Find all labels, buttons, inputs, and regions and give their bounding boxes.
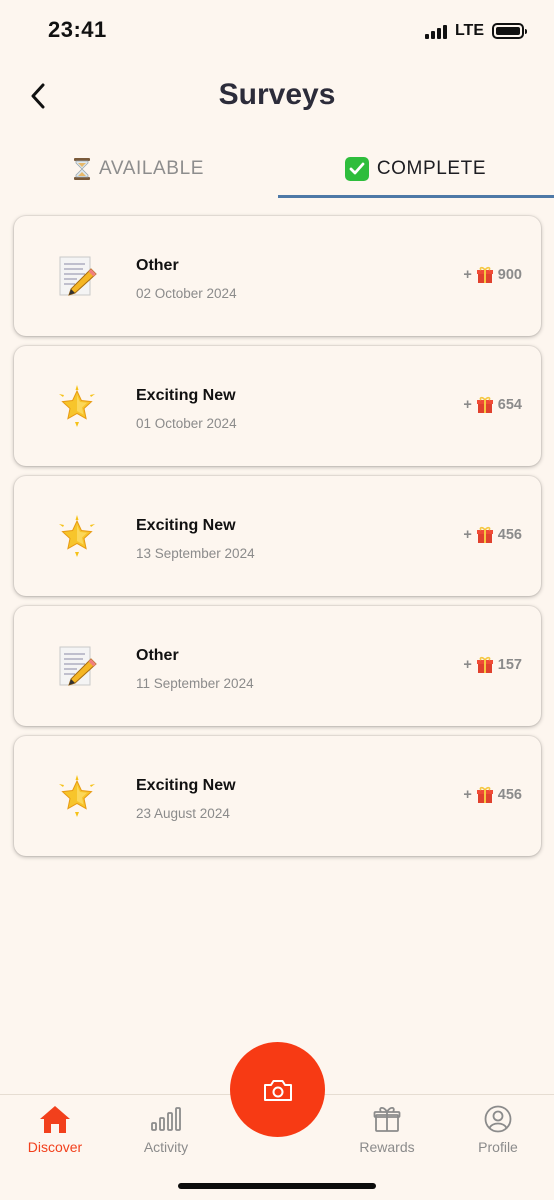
survey-date: 13 September 2024: [136, 546, 255, 561]
survey-date: 23 August 2024: [136, 806, 230, 821]
gift-icon: [476, 656, 493, 673]
survey-title: Other: [136, 257, 179, 274]
reward-amount: 900: [497, 267, 522, 283]
bar-chart-icon: [150, 1103, 182, 1135]
status-time: 23:41: [48, 17, 107, 42]
profile-icon: [482, 1103, 514, 1135]
camera-button[interactable]: [230, 1042, 325, 1137]
survey-reward: + 900: [463, 266, 522, 284]
nav-item-rewards[interactable]: Rewards: [332, 1103, 442, 1163]
tab-complete-label: COMPLETE: [376, 158, 487, 179]
nav-item-discover[interactable]: Discover: [0, 1103, 110, 1163]
tab-available[interactable]: AVAILABLE: [0, 140, 277, 198]
memo-icon: [56, 254, 98, 298]
reward-amount: 456: [497, 527, 522, 543]
survey-title: Other: [136, 647, 179, 664]
check-mark-icon: [344, 157, 369, 181]
reward-prefix: +: [463, 657, 472, 673]
survey-card[interactable]: Exciting New 23 August 2024 + 456: [14, 736, 541, 856]
hourglass-icon: [73, 158, 90, 180]
survey-list: Other 02 October 2024 + 900 Exciting New…: [14, 216, 541, 866]
gift-icon: [476, 266, 493, 283]
nav-label-rewards: Rewards: [359, 1139, 415, 1155]
survey-reward: + 456: [463, 526, 522, 544]
survey-date: 02 October 2024: [136, 286, 237, 301]
gift-icon: [371, 1103, 403, 1135]
home-icon: [39, 1103, 71, 1135]
survey-title: Exciting New: [136, 387, 236, 404]
tab-complete[interactable]: COMPLETE: [277, 140, 554, 198]
status-bar: 23:41 LTE: [0, 0, 554, 62]
tabs: AVAILABLE COMPLETE: [0, 140, 554, 198]
gift-icon: [476, 526, 493, 543]
home-indicator: [178, 1183, 376, 1189]
star-icon: [56, 774, 98, 818]
reward-prefix: +: [463, 397, 472, 413]
reward-prefix: +: [463, 267, 472, 283]
gift-icon: [476, 786, 493, 803]
battery-icon: [492, 23, 527, 39]
survey-reward: + 654: [463, 396, 522, 414]
nav-item-activity[interactable]: Activity: [111, 1103, 221, 1163]
survey-card[interactable]: Exciting New 01 October 2024 + 654: [14, 346, 541, 466]
network-label: LTE: [454, 22, 484, 39]
reward-amount: 456: [497, 787, 522, 803]
reward-prefix: +: [463, 527, 472, 543]
reward-amount: 157: [497, 657, 522, 673]
survey-title: Exciting New: [136, 517, 236, 534]
header: Surveys: [0, 62, 554, 132]
survey-date: 11 September 2024: [136, 676, 254, 691]
survey-card[interactable]: Exciting New 13 September 2024 + 456: [14, 476, 541, 596]
camera-icon: [263, 1079, 292, 1101]
reward-prefix: +: [463, 787, 472, 803]
nav-label-profile: Profile: [478, 1139, 518, 1155]
survey-card[interactable]: Other 11 September 2024 + 157: [14, 606, 541, 726]
survey-date: 01 October 2024: [136, 416, 237, 431]
nav-label-activity: Activity: [143, 1139, 189, 1155]
survey-title: Exciting New: [136, 777, 236, 794]
nav-label-discover: Discover: [27, 1139, 83, 1155]
active-tab-indicator: [278, 195, 554, 198]
survey-card[interactable]: Other 02 October 2024 + 900: [14, 216, 541, 336]
survey-reward: + 157: [463, 656, 522, 674]
reward-amount: 654: [497, 397, 522, 413]
gift-icon: [476, 396, 493, 413]
star-icon: [56, 384, 98, 428]
tab-available-label: AVAILABLE: [98, 158, 205, 179]
nav-item-profile[interactable]: Profile: [443, 1103, 553, 1163]
memo-icon: [56, 644, 98, 688]
star-icon: [56, 514, 98, 558]
page-title: Surveys: [218, 78, 336, 111]
signal-icon: [424, 23, 447, 39]
status-indicators: LTE: [424, 21, 527, 41]
survey-reward: + 456: [463, 786, 522, 804]
